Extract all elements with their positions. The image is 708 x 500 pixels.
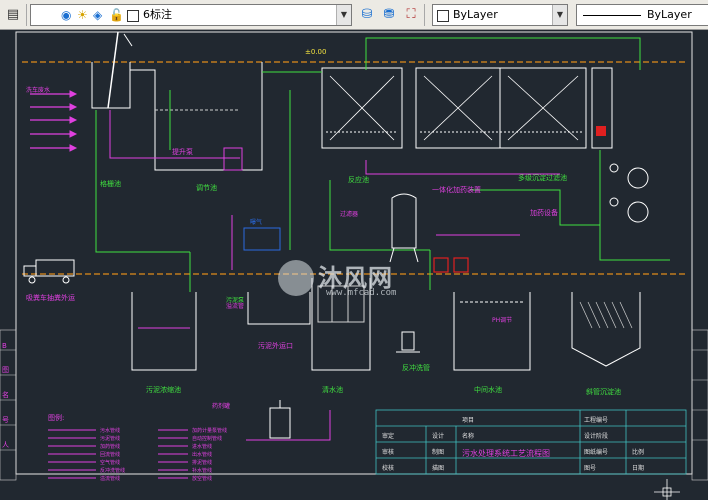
label-dosing-device: 一体化加药装置 (432, 185, 481, 194)
backwash-pump (396, 331, 420, 353)
linetype-sample (583, 15, 641, 16)
sludge-thickening-tank (131, 292, 197, 371)
legend-item: 溢流管线 (100, 475, 120, 482)
elevation-mark: ±0.00 (305, 48, 326, 56)
title-cell: 校核 (382, 464, 394, 472)
layer-dropdown[interactable]: ◉ ☀ ◈ 🔓 6标注 ▼ (30, 4, 352, 26)
title-cell: 审定 (382, 432, 394, 440)
label-backwash: 反冲洗管 (402, 363, 430, 372)
toolbar: ▤ ◉ ☀ ◈ 🔓 6标注 ▼ ⛁ ⛃ ⛶ ByLayer ▼ ByLayer (0, 0, 708, 30)
chevron-down-icon: ▼ (552, 5, 567, 25)
title-cell: 审核 (382, 448, 394, 456)
label-grid-tank: 格栅池 (100, 179, 121, 188)
title-cell: 设计 (432, 432, 444, 440)
layer-color-swatch (127, 10, 139, 22)
reuse-water-tank (453, 292, 531, 371)
label-ph: PH调节 (492, 316, 512, 324)
label-reagent-tank: 药剂罐 (212, 402, 230, 410)
watermark: 沐风网 www.mfcad.com (278, 258, 438, 306)
layer-properties-icon[interactable]: ▤ (4, 6, 22, 24)
drawing-frame (15, 31, 693, 475)
legend-item: 加药计量泵管线 (192, 427, 227, 434)
legend-item: 进水管线 (192, 443, 212, 450)
label-regulating-tank: 调节池 (196, 183, 217, 192)
crosshair-cursor (654, 479, 680, 500)
legend-item: 污水管线 (100, 427, 120, 434)
layer-vp-icon: ◈ (93, 8, 103, 22)
title-cell: 制图 (432, 448, 444, 456)
left-tab-strip (0, 329, 17, 481)
color-value: ByLayer (453, 8, 498, 21)
process-pipes (95, 37, 670, 292)
dosing-tank (389, 193, 419, 263)
layer-match-icon[interactable]: ⛶ (402, 6, 420, 24)
reaction-tank (321, 67, 403, 149)
layer-previous-icon[interactable]: ⛃ (380, 6, 398, 24)
inflow-arrows (30, 90, 78, 152)
left-tab-label: 人 (2, 441, 9, 449)
legend: 图例: 污水管线 污泥管线 加药管线 回流管线 空气管线 反冲洗管线 溢流管线 … (48, 413, 227, 482)
label-air: 曝气 (250, 218, 262, 226)
layer-freeze-icon: ☀ (77, 8, 88, 22)
color-swatch (437, 10, 449, 22)
watermark-logo-icon (278, 260, 314, 296)
label-reaction-tank: 反应池 (348, 175, 369, 184)
title-cell: 图纸编号 (584, 448, 608, 456)
label-sludge-tank: 污泥浓缩池 (146, 385, 181, 394)
label-inclined-tank: 斜管沉淀池 (586, 387, 621, 396)
title-cell: 日期 (632, 464, 644, 472)
label-truck: 吸粪车抽粪外运 (26, 293, 75, 302)
legend-item: 自动控制管线 (192, 435, 222, 442)
multi-filter-tanks (415, 67, 613, 149)
watermark-url: www.mfcad.com (326, 288, 397, 298)
title-cell: 比例 (632, 448, 644, 456)
inclined-settling-tank (571, 292, 641, 367)
legend-item: 反冲洗管线 (100, 467, 125, 474)
truck (23, 259, 75, 284)
label-sludge-outlet: 污泥外运口 (258, 341, 293, 350)
left-tab-label: B (2, 342, 7, 350)
legend-item: 加药管线 (100, 443, 120, 450)
legend-item: 放空管线 (192, 475, 212, 482)
make-current-icon[interactable]: ⛁ (358, 6, 376, 24)
linetype-dropdown[interactable]: ByLayer (576, 4, 708, 26)
title-cell: 图号 (584, 465, 596, 472)
title-cell: 描图 (432, 464, 444, 472)
legend-item: 出水管线 (192, 451, 212, 458)
label-pump: 提升泵 (172, 147, 193, 156)
left-tab-label: 图 (2, 366, 9, 374)
title-cell: 名称 (462, 432, 474, 440)
legend-title: 图例: (48, 413, 64, 422)
blowers (609, 163, 649, 223)
title-cell: 工程编号 (584, 416, 608, 424)
legend-item: 回流管线 (100, 451, 120, 458)
title-cell: 设计阶段 (584, 432, 608, 440)
drawing-canvas[interactable]: B 图 名 号 人 ±0.00 洗车废水 格栅池 提升泵 调节池 反应池 多级沉… (0, 30, 708, 500)
layer-lock-icon: 🔓 (109, 8, 124, 22)
legend-item: 空气管线 (100, 459, 120, 466)
linetype-value: ByLayer (647, 8, 692, 21)
label-filter: 过滤器 (340, 210, 358, 218)
label-reagent: 加药设备 (530, 208, 558, 217)
separator (424, 4, 425, 26)
legend-item: 污泥管线 (100, 435, 120, 442)
left-tab-label: 名 (2, 390, 9, 399)
source-label: 洗车废水 (26, 86, 50, 94)
legend-item: 补水管线 (192, 467, 212, 474)
layer-name: 6标注 (143, 8, 172, 21)
left-tab-label: 号 (2, 416, 9, 424)
color-dropdown[interactable]: ByLayer ▼ (432, 4, 568, 26)
chevron-down-icon: ▼ (336, 5, 351, 25)
reagent-tank (269, 400, 291, 439)
label-reuse-tank: 中间水池 (474, 385, 502, 394)
legend-item: 排泥管线 (192, 459, 212, 466)
drawing-title: 污水处理系统工艺流程图 (462, 448, 550, 458)
label-clear-tank: 清水池 (322, 385, 343, 394)
separator (26, 4, 27, 26)
title-cell: 项目 (462, 417, 474, 424)
dosing-device-box (243, 227, 281, 251)
label-overflow: 溢流管 (226, 302, 244, 310)
right-tab-strip (691, 329, 708, 481)
layer-visible-icon: ◉ (61, 8, 72, 22)
